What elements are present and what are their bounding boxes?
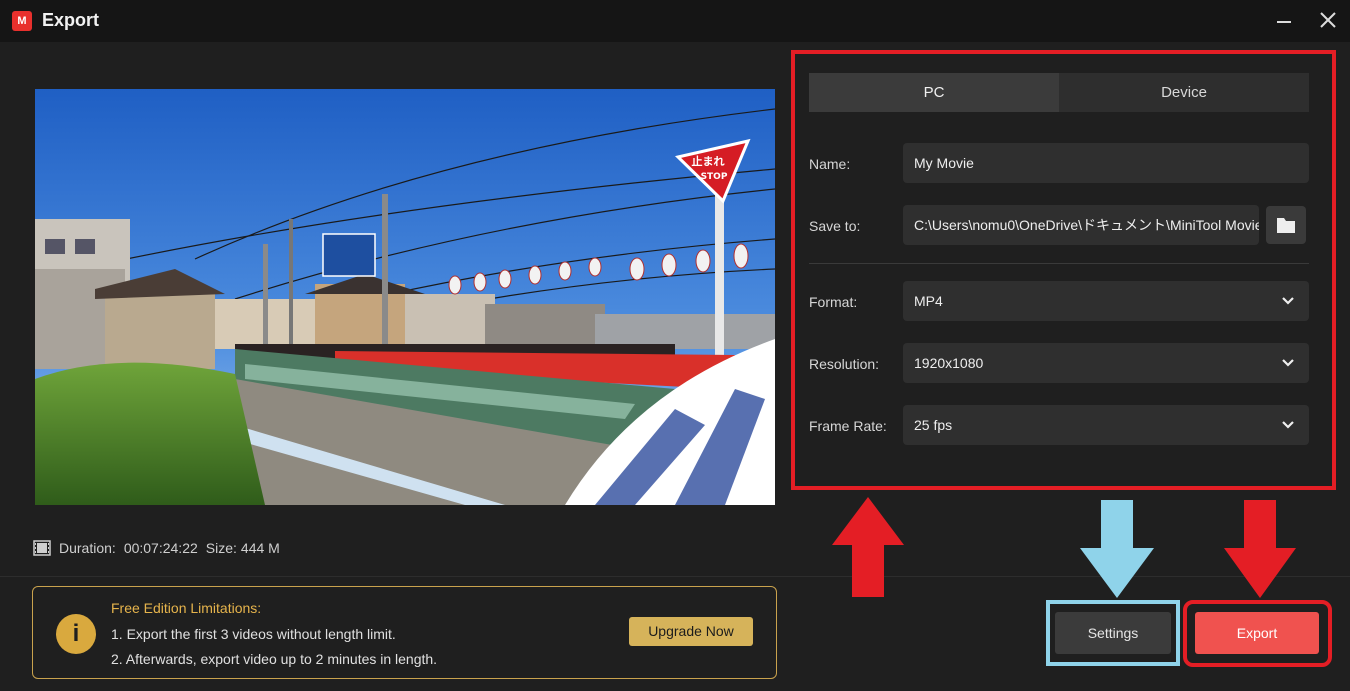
upgrade-now-button[interactable]: Upgrade Now — [629, 617, 753, 646]
blue-down-arrow — [1080, 500, 1154, 598]
limitations-title: Free Edition Limitations: — [111, 600, 262, 616]
limitation-line-1: 1. Export the first 3 videos without len… — [111, 626, 396, 642]
title-bar — [0, 0, 1350, 42]
annotation-highlight-box — [791, 50, 1336, 490]
video-preview: 止まれ STOP — [35, 89, 775, 505]
stop-sign-sub: STOP — [701, 172, 728, 182]
preview-image: 止まれ STOP — [35, 89, 775, 505]
app-logo-icon: M — [12, 11, 32, 31]
minimize-button[interactable] — [1270, 8, 1298, 34]
close-icon — [1320, 12, 1336, 28]
film-icon — [33, 540, 51, 556]
window-title: Export — [42, 10, 100, 30]
size-value: 444 M — [240, 540, 280, 556]
video-info: Duration: 00:07:24:22 Size: 444 M — [33, 539, 280, 557]
settings-button[interactable]: Settings — [1055, 612, 1171, 654]
info-icon: i — [56, 614, 96, 654]
red-down-arrow — [1224, 500, 1296, 598]
duration-value: 00:07:24:22 — [123, 540, 198, 556]
stop-sign-text: 止まれ — [692, 154, 725, 168]
duration-label: Duration: — [59, 540, 116, 556]
limitation-line-2: 2. Afterwards, export video up to 2 minu… — [111, 651, 438, 667]
minimize-icon — [1277, 21, 1291, 23]
export-button[interactable]: Export — [1195, 612, 1319, 654]
close-button[interactable] — [1314, 8, 1342, 34]
red-up-arrow — [832, 497, 904, 597]
size-label: Size: — [205, 540, 237, 556]
